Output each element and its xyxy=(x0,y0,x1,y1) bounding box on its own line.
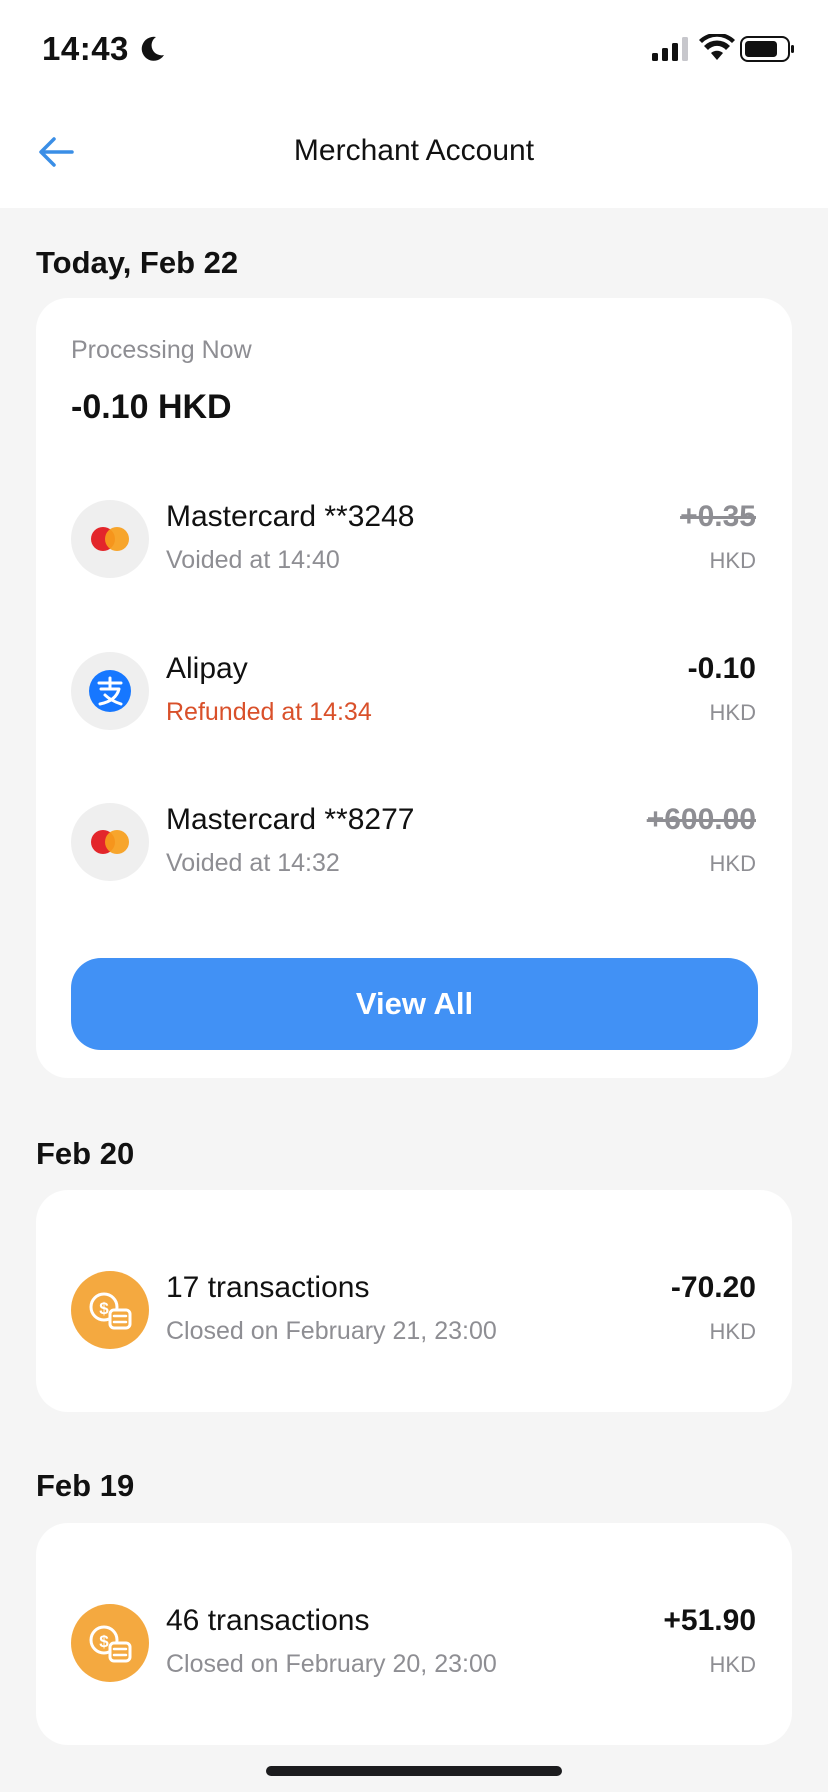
wifi-icon xyxy=(699,34,735,60)
transaction-row[interactable]: Mastercard **8277 Voided at 14:32 +600.0… xyxy=(36,793,792,893)
home-indicator xyxy=(266,1766,562,1776)
mastercard-icon xyxy=(71,803,149,881)
transaction-amount: -0.10 xyxy=(687,652,756,685)
transaction-amount: +600.00 xyxy=(646,803,756,836)
settlement-subtitle: Closed on February 20, 23:00 xyxy=(166,1650,497,1678)
nav-bar: Merchant Account xyxy=(0,100,828,208)
settlement-title: 46 transactions xyxy=(166,1604,370,1637)
view-all-button[interactable]: View All xyxy=(71,958,758,1050)
transaction-currency: HKD xyxy=(709,851,756,876)
settlement-title: 17 transactions xyxy=(166,1271,370,1304)
transaction-title: Alipay xyxy=(166,652,248,685)
transaction-subtitle: Refunded at 14:34 xyxy=(166,698,372,726)
feb19-card: $ 46 transactions Closed on February 20,… xyxy=(36,1523,792,1745)
settlement-row[interactable]: $ 46 transactions Closed on February 20,… xyxy=(36,1594,792,1694)
transaction-amount: +0.35 xyxy=(680,500,756,533)
transaction-title: Mastercard **3248 xyxy=(166,500,415,533)
settlement-row[interactable]: $ 17 transactions Closed on February 21,… xyxy=(36,1261,792,1361)
battery-icon xyxy=(740,36,794,62)
svg-text:$: $ xyxy=(99,1632,109,1651)
coins-icon: $ xyxy=(71,1271,149,1349)
settlement-amount: -70.20 xyxy=(670,1271,756,1304)
transaction-currency: HKD xyxy=(709,700,756,725)
feb20-card: $ 17 transactions Closed on February 21,… xyxy=(36,1190,792,1412)
alipay-icon xyxy=(71,652,149,730)
cellular-signal-icon xyxy=(652,37,688,61)
section-header-today: Today, Feb 22 xyxy=(36,245,239,280)
transaction-title: Mastercard **8277 xyxy=(166,803,415,836)
moon-icon xyxy=(141,36,164,61)
status-time: 14:43 xyxy=(42,30,129,67)
settlement-currency: HKD xyxy=(709,1319,756,1344)
processing-amount: -0.10 HKD xyxy=(71,388,232,426)
svg-text:$: $ xyxy=(99,1299,109,1318)
transaction-row[interactable]: Alipay Refunded at 14:34 -0.10 HKD xyxy=(36,642,792,742)
today-card: Processing Now -0.10 HKD Mastercard **32… xyxy=(36,298,792,1078)
screen: 14:43 Merchant Account Today, Feb 22 Pro… xyxy=(0,0,828,1792)
section-header-feb19: Feb 19 xyxy=(36,1468,135,1503)
transaction-subtitle: Voided at 14:40 xyxy=(166,546,340,574)
mastercard-icon xyxy=(71,500,149,578)
settlement-currency: HKD xyxy=(709,1652,756,1677)
coins-icon: $ xyxy=(71,1604,149,1682)
transaction-subtitle: Voided at 14:32 xyxy=(166,849,340,877)
status-bar: 14:43 xyxy=(0,0,828,100)
settlement-subtitle: Closed on February 21, 23:00 xyxy=(166,1317,497,1345)
settlement-amount: +51.90 xyxy=(663,1604,756,1637)
processing-label: Processing Now xyxy=(71,336,252,364)
transaction-currency: HKD xyxy=(709,548,756,573)
transaction-row[interactable]: Mastercard **3248 Voided at 14:40 +0.35 … xyxy=(36,490,792,590)
page-title: Merchant Account xyxy=(293,134,535,167)
section-header-feb20: Feb 20 xyxy=(36,1136,135,1171)
